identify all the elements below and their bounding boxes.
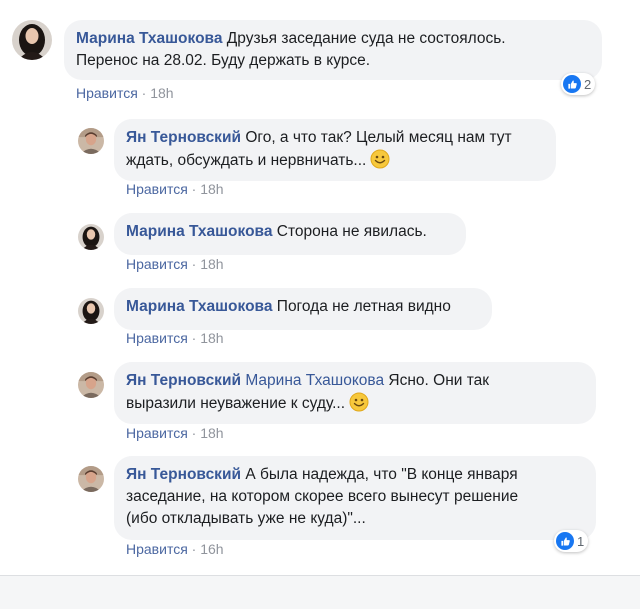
separator-dot: ·	[191, 425, 197, 441]
author-name[interactable]: Марина Тхашокова	[126, 223, 272, 240]
separator-dot: ·	[141, 85, 147, 101]
comment-bubble: Марина Тхашокова Погода не летная видно	[114, 288, 492, 330]
comment-text: Сторона не явилась.	[276, 223, 427, 240]
comment-meta: Нравится · 18h	[126, 256, 224, 272]
author-name[interactable]: Ян Терновский	[126, 466, 241, 483]
comment-text-line-2: выразили неуважение к суду...	[126, 395, 346, 412]
timestamp[interactable]: 18h	[200, 181, 223, 197]
comment-meta: Нравится · 18h	[76, 85, 174, 101]
timestamp[interactable]: 18h	[150, 85, 173, 101]
comment-bubble: Ян Терновский Ого, а что так? Целый меся…	[114, 119, 556, 181]
comment-text: Ясно. Они так	[388, 372, 490, 389]
comment-text-line-2: заседание, на котором скорее всего вынес…	[126, 488, 519, 505]
avatar[interactable]	[78, 224, 104, 250]
timestamp[interactable]: 18h	[200, 425, 223, 441]
like-link[interactable]: Нравится	[126, 256, 188, 272]
comment-meta: Нравится · 16h	[126, 541, 224, 557]
author-name[interactable]: Ян Терновский	[126, 129, 241, 146]
smiling-face-icon	[370, 149, 390, 169]
footer-strip	[0, 576, 640, 609]
like-link[interactable]: Нравится	[126, 425, 188, 441]
timestamp[interactable]: 18h	[200, 330, 223, 346]
avatar[interactable]	[12, 20, 52, 60]
author-name[interactable]: Ян Терновский	[126, 372, 241, 389]
thumbs-up-icon	[563, 75, 581, 93]
smiling-face-icon	[349, 392, 369, 412]
like-link[interactable]: Нравится	[76, 85, 138, 101]
comment-text: А была надежда, что "В конце января	[245, 466, 518, 483]
mention-link[interactable]: Марина Тхашокова	[245, 372, 384, 389]
comment-text-line-2: ждать, обсуждать и нервничать...	[126, 152, 367, 169]
separator-dot: ·	[191, 181, 197, 197]
separator-dot: ·	[191, 256, 197, 272]
thumbs-up-icon	[556, 532, 574, 550]
avatar[interactable]	[78, 372, 104, 398]
comment-bubble: Марина Тхашокова Друзья заседание суда н…	[64, 20, 602, 80]
comment-text-line-2: Перенос на 28.02. Буду держать в курсе.	[76, 52, 371, 69]
comment-text: Друзья заседание суда не состоялось.	[226, 30, 506, 47]
separator-dot: ·	[191, 541, 197, 557]
like-link[interactable]: Нравится	[126, 330, 188, 346]
reactions-count: 1	[577, 533, 585, 549]
comment-text: Погода не летная видно	[276, 298, 451, 315]
author-name[interactable]: Марина Тхашокова	[76, 30, 222, 47]
comment-meta: Нравится · 18h	[126, 425, 224, 441]
comment-bubble: Ян Терновский А была надежда, что "В кон…	[114, 456, 596, 540]
author-name[interactable]: Марина Тхашокова	[126, 298, 272, 315]
reactions-badge[interactable]: 2	[561, 73, 596, 95]
like-link[interactable]: Нравится	[126, 541, 188, 557]
avatar[interactable]	[78, 298, 104, 324]
reactions-badge[interactable]: 1	[554, 530, 589, 552]
reactions-count: 2	[584, 76, 592, 92]
separator-dot: ·	[191, 330, 197, 346]
timestamp[interactable]: 16h	[200, 541, 223, 557]
comment-meta: Нравится · 18h	[126, 330, 224, 346]
like-link[interactable]: Нравится	[126, 181, 188, 197]
avatar[interactable]	[78, 128, 104, 154]
timestamp[interactable]: 18h	[200, 256, 223, 272]
comment-text-line-3: (ибо откладывать уже не куда)"...	[126, 510, 366, 527]
avatar[interactable]	[78, 466, 104, 492]
comment-bubble: Марина Тхашокова Сторона не явилась.	[114, 213, 466, 255]
comment-text: Ого, а что так? Целый месяц нам тут	[245, 129, 512, 146]
comment-meta: Нравится · 18h	[126, 181, 224, 197]
comment-bubble: Ян Терновский Марина Тхашокова Ясно. Они…	[114, 362, 596, 424]
